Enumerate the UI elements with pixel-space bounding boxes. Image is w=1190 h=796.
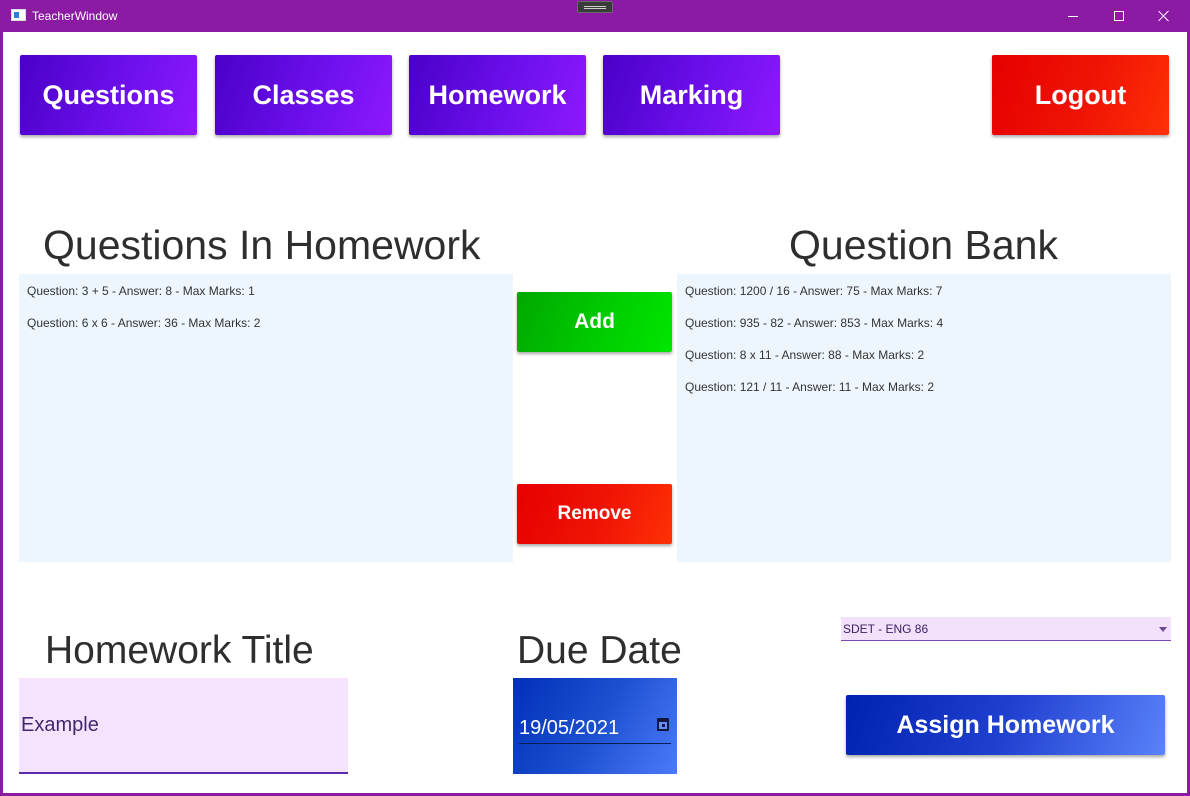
marking-button[interactable]: Marking (603, 55, 780, 135)
list-item[interactable]: Question: 3 + 5 - Answer: 8 - Max Marks:… (19, 284, 513, 316)
remove-button[interactable]: Remove (517, 484, 672, 544)
list-item[interactable]: Question: 121 / 11 - Answer: 11 - Max Ma… (677, 380, 1171, 412)
class-select[interactable]: SDET - ENG 86 (841, 617, 1171, 641)
due-date-heading: Due Date (517, 629, 682, 672)
minimize-button[interactable] (1050, 0, 1096, 32)
list-item[interactable]: Question: 935 - 82 - Answer: 853 - Max M… (677, 316, 1171, 348)
calendar-icon[interactable] (657, 718, 669, 731)
list-item[interactable]: Question: 8 x 11 - Answer: 88 - Max Mark… (677, 348, 1171, 380)
homework-questions-list[interactable]: Question: 3 + 5 - Answer: 8 - Max Marks:… (19, 274, 513, 562)
question-bank-list[interactable]: Question: 1200 / 16 - Answer: 75 - Max M… (677, 274, 1171, 562)
list-item[interactable]: Question: 6 x 6 - Answer: 36 - Max Marks… (19, 316, 513, 348)
assign-homework-button[interactable]: Assign Homework (846, 695, 1165, 755)
close-icon (1158, 10, 1170, 22)
teacher-window: TeacherWindow Questions Classes Homework… (0, 0, 1190, 796)
close-button[interactable] (1141, 0, 1187, 32)
homework-title-input[interactable]: Example (19, 678, 348, 774)
add-button[interactable]: Add (517, 292, 672, 352)
question-bank-heading: Question Bank (789, 222, 1058, 268)
list-item[interactable]: Question: 1200 / 16 - Answer: 75 - Max M… (677, 284, 1171, 316)
window-title: TeacherWindow (32, 9, 118, 23)
homework-questions-heading: Questions In Homework (43, 222, 481, 268)
main-content: Questions Classes Homework Marking Logou… (3, 32, 1187, 793)
app-icon (11, 9, 26, 21)
minimize-icon (1068, 15, 1078, 17)
chevron-down-icon (1159, 627, 1167, 632)
homework-button[interactable]: Homework (409, 55, 586, 135)
maximize-icon (1114, 11, 1124, 21)
due-date-value[interactable]: 19/05/2021 (519, 716, 671, 744)
questions-button[interactable]: Questions (20, 55, 197, 135)
logout-button[interactable]: Logout (992, 55, 1169, 135)
class-select-value: SDET - ENG 86 (843, 622, 929, 636)
due-date-picker[interactable]: 19/05/2021 (513, 678, 677, 774)
homework-title-heading: Homework Title (45, 629, 314, 672)
classes-button[interactable]: Classes (215, 55, 392, 135)
maximize-button[interactable] (1096, 0, 1142, 32)
drag-handle-icon[interactable] (577, 1, 613, 13)
title-bar[interactable]: TeacherWindow (0, 0, 1190, 32)
